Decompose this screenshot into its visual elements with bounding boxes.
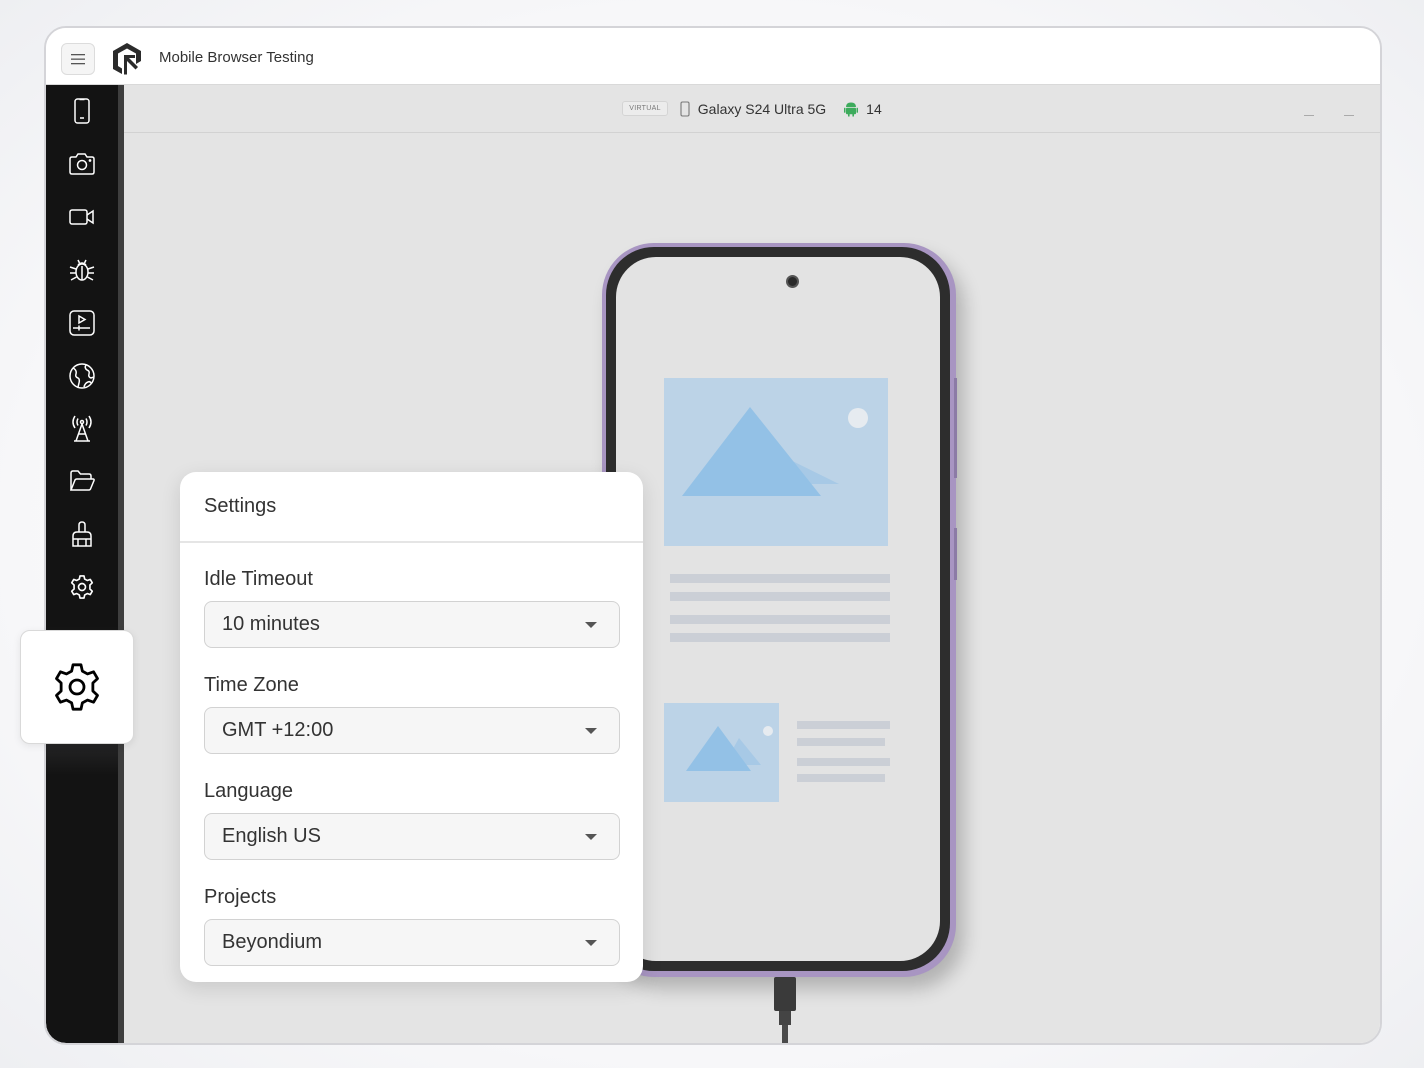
minimize-button[interactable] (1304, 115, 1314, 116)
idle-timeout-field: Idle Timeout 10 minutes (204, 568, 620, 648)
select-value: 10 minutes (222, 613, 320, 635)
sidebar-item-network[interactable] (66, 413, 98, 445)
placeholder-text-lines (670, 574, 890, 642)
placeholder-thumbnail-image (664, 703, 779, 802)
sidebar-item-device[interactable] (66, 95, 98, 127)
video-icon (69, 209, 94, 225)
front-camera (786, 275, 799, 288)
sidebar-item-app-player[interactable] (66, 307, 98, 339)
android-icon (844, 102, 859, 116)
hamburger-icon (71, 54, 85, 65)
power-button (954, 528, 957, 580)
sidebar-item-debug[interactable] (66, 254, 98, 286)
usb-cable-plug (774, 977, 796, 1011)
settings-highlight-button[interactable] (20, 630, 134, 744)
top-bar: Mobile Browser Testing (46, 28, 1380, 85)
volume-button (954, 378, 957, 478)
sidebar-item-record-video[interactable] (66, 201, 98, 233)
caret-down-icon (585, 939, 597, 946)
projects-field: Projects Beyondium (204, 886, 620, 966)
device-info-bar: VIRTUAL Galaxy S24 Ultra 5G 14 (124, 85, 1380, 133)
brush-icon (72, 521, 92, 547)
sidebar-item-clean[interactable] (66, 518, 98, 550)
field-label: Idle Timeout (204, 568, 313, 590)
caret-down-icon (585, 727, 597, 734)
app-title: Mobile Browser Testing (159, 49, 314, 66)
field-label: Time Zone (204, 674, 299, 696)
language-field: Language English US (204, 780, 620, 860)
phone-bezel (606, 247, 950, 971)
select-value: GMT +12:00 (222, 719, 334, 741)
placeholder-hero-image (664, 378, 888, 546)
settings-header: Settings (180, 472, 643, 543)
settings-panel: Settings Idle Timeout 10 minutes Time Zo… (180, 472, 643, 982)
phone-screen[interactable] (616, 257, 940, 961)
antenna-icon (72, 415, 92, 442)
play-console-icon (69, 310, 95, 336)
language-select[interactable]: English US (204, 813, 620, 860)
field-label: Projects (204, 886, 277, 908)
viewport-controls (1304, 115, 1354, 116)
idle-timeout-select[interactable]: 10 minutes (204, 601, 620, 648)
os-version: 14 (866, 100, 882, 117)
usb-cable-wire (782, 1025, 788, 1043)
smartphone-icon (74, 98, 90, 124)
sidebar-item-files[interactable] (66, 465, 98, 497)
virtual-badge: VIRTUAL (622, 101, 668, 116)
rotate-button[interactable] (1344, 115, 1354, 116)
phone-frame (602, 243, 957, 977)
usb-cable-neck (779, 1011, 791, 1025)
camera-icon (69, 153, 95, 175)
globe-icon (69, 363, 95, 389)
menu-button[interactable] (61, 43, 95, 75)
sidebar-item-geolocation[interactable] (66, 360, 98, 392)
time-zone-select[interactable]: GMT +12:00 (204, 707, 620, 754)
caret-down-icon (585, 833, 597, 840)
sidebar-item-screenshot[interactable] (66, 148, 98, 180)
time-zone-field: Time Zone GMT +12:00 (204, 674, 620, 754)
gear-icon (70, 575, 94, 599)
sidebar (46, 85, 118, 1043)
placeholder-thumbnail-text (797, 721, 890, 782)
smartphone-icon (680, 100, 690, 117)
caret-down-icon (585, 621, 597, 628)
lambdatest-logo-icon (113, 43, 141, 75)
projects-select[interactable]: Beyondium (204, 919, 620, 966)
settings-title: Settings (204, 495, 277, 517)
select-value: English US (222, 825, 321, 847)
gear-icon (55, 663, 99, 711)
field-label: Language (204, 780, 293, 802)
select-value: Beyondium (222, 931, 323, 953)
folder-icon (69, 470, 95, 491)
device-name: Galaxy S24 Ultra 5G (697, 100, 827, 117)
sidebar-item-settings[interactable] (66, 571, 98, 603)
bug-icon (69, 259, 95, 281)
